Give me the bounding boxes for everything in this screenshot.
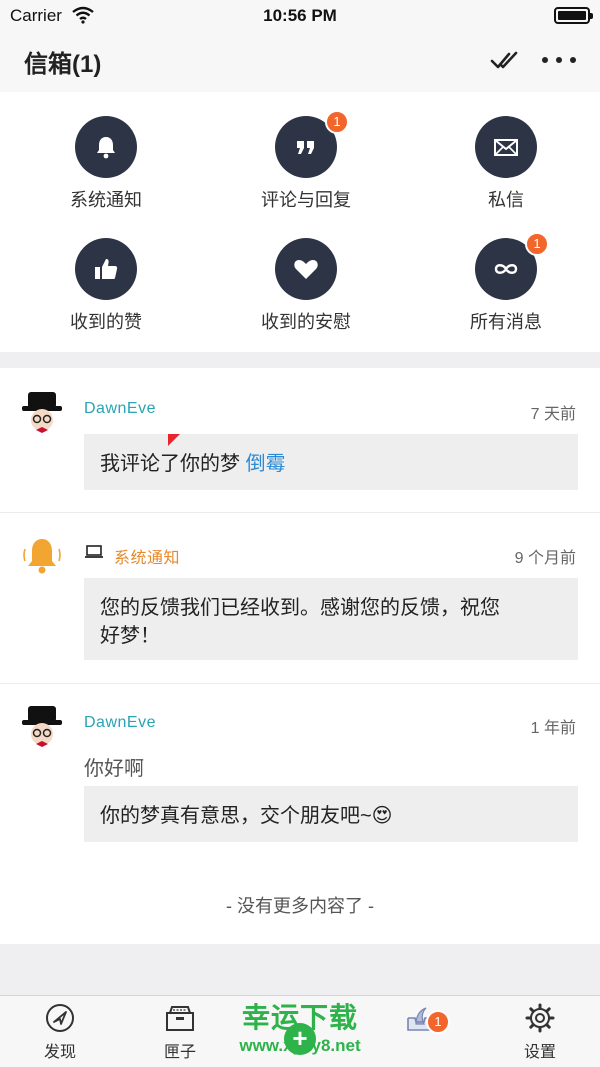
category-label: 收到的安慰 <box>261 312 351 332</box>
message-text: 好梦！ <box>100 625 160 647</box>
message-time: 1 年前 <box>530 720 576 737</box>
sender-name[interactable]: DawnEve <box>84 400 156 418</box>
unread-badge: 1 <box>325 110 349 134</box>
category-all-messages[interactable]: 1 所有消息 <box>406 232 600 334</box>
list-item[interactable]: DawnEve 1 年前 你好啊 你的梦真有意思，交个朋友吧~😍 <box>0 684 600 864</box>
tab-label: 设置 <box>523 1044 556 1061</box>
gear-icon <box>525 1003 555 1033</box>
quote-icon: 1 <box>275 110 349 178</box>
message-time: 9 个月前 <box>514 550 576 567</box>
unread-badge: 1 <box>525 232 549 256</box>
clock: 10:56 PM <box>263 6 337 25</box>
add-icon[interactable]: + <box>284 1023 316 1055</box>
tab-label: 发现 <box>43 1044 76 1061</box>
status-bar: Carrier 10:56 PM <box>0 0 600 32</box>
battery-icon <box>554 7 593 24</box>
message-text: 你的梦真有意思，交个朋友吧~😍 <box>100 805 393 827</box>
category-grid: 系统通知 1 评论与回复 私信 收到的赞 收到的安慰 1 所有消息 <box>0 92 600 352</box>
avatar[interactable] <box>20 704 64 748</box>
category-label: 所有消息 <box>470 312 542 332</box>
bell-icon <box>75 116 137 178</box>
watermark: 幸运下载 www.xyxy8.net + <box>220 1001 380 1061</box>
message-text: 我评论了你的梦 <box>100 453 246 475</box>
more-dots-icon[interactable] <box>542 48 576 72</box>
avatar[interactable] <box>20 390 64 434</box>
message-list: DawnEve 7 天前 我评论了你的梦 倒霉 系统通知 9 个月前 您的反馈我… <box>0 368 600 944</box>
thumbs-up-icon <box>75 238 137 300</box>
no-more-content: - 没有更多内容了 - <box>226 896 374 916</box>
nav-bar: 信箱(1) <box>0 32 600 92</box>
category-label: 私信 <box>488 190 524 210</box>
infinity-icon: 1 <box>475 232 549 300</box>
category-label: 系统通知 <box>70 190 142 210</box>
heart-icon <box>275 238 337 300</box>
tab-discover[interactable]: 发现 <box>0 1002 120 1062</box>
category-comments-replies[interactable]: 1 评论与回复 <box>206 110 406 212</box>
message-text: 您的反馈我们已经收到。感谢您的反馈，祝您 <box>100 597 500 619</box>
message-bubble[interactable]: 你的梦真有意思，交个朋友吧~😍 <box>84 786 578 842</box>
category-label: 评论与回复 <box>261 190 351 210</box>
category-label: 收到的赞 <box>70 312 142 332</box>
list-item[interactable]: DawnEve 7 天前 我评论了你的梦 倒霉 <box>0 368 600 512</box>
list-item[interactable]: 系统通知 9 个月前 您的反馈我们已经收到。感谢您的反馈，祝您 好梦！ <box>0 513 600 683</box>
message-bubble[interactable]: 您的反馈我们已经收到。感谢您的反馈，祝您 好梦！ <box>84 578 578 660</box>
laptop-icon <box>85 545 103 558</box>
message-time: 7 天前 <box>530 406 576 423</box>
envelope-icon <box>475 116 537 178</box>
sender-name[interactable]: DawnEve <box>84 714 156 732</box>
box-icon <box>166 1006 194 1031</box>
unread-corner-marker <box>168 434 180 446</box>
category-comforts[interactable]: 收到的安慰 <box>206 238 406 334</box>
tab-settings[interactable]: 设置 <box>480 1002 600 1062</box>
category-likes[interactable]: 收到的赞 <box>6 238 206 334</box>
bell-icon <box>23 539 61 574</box>
message-subtext: 你好啊 <box>84 758 144 780</box>
category-private-messages[interactable]: 私信 <box>406 116 600 212</box>
message-bubble[interactable]: 我评论了你的梦 倒霉 <box>84 434 578 490</box>
unread-badge: 1 <box>426 1010 450 1034</box>
dream-link[interactable]: 倒霉 <box>246 453 286 475</box>
sender-name[interactable]: 系统通知 <box>114 544 180 568</box>
compass-icon <box>46 1004 74 1032</box>
page-title: 信箱(1) <box>24 51 102 78</box>
double-check-icon[interactable] <box>490 48 518 72</box>
category-system-notice[interactable]: 系统通知 <box>6 116 206 212</box>
